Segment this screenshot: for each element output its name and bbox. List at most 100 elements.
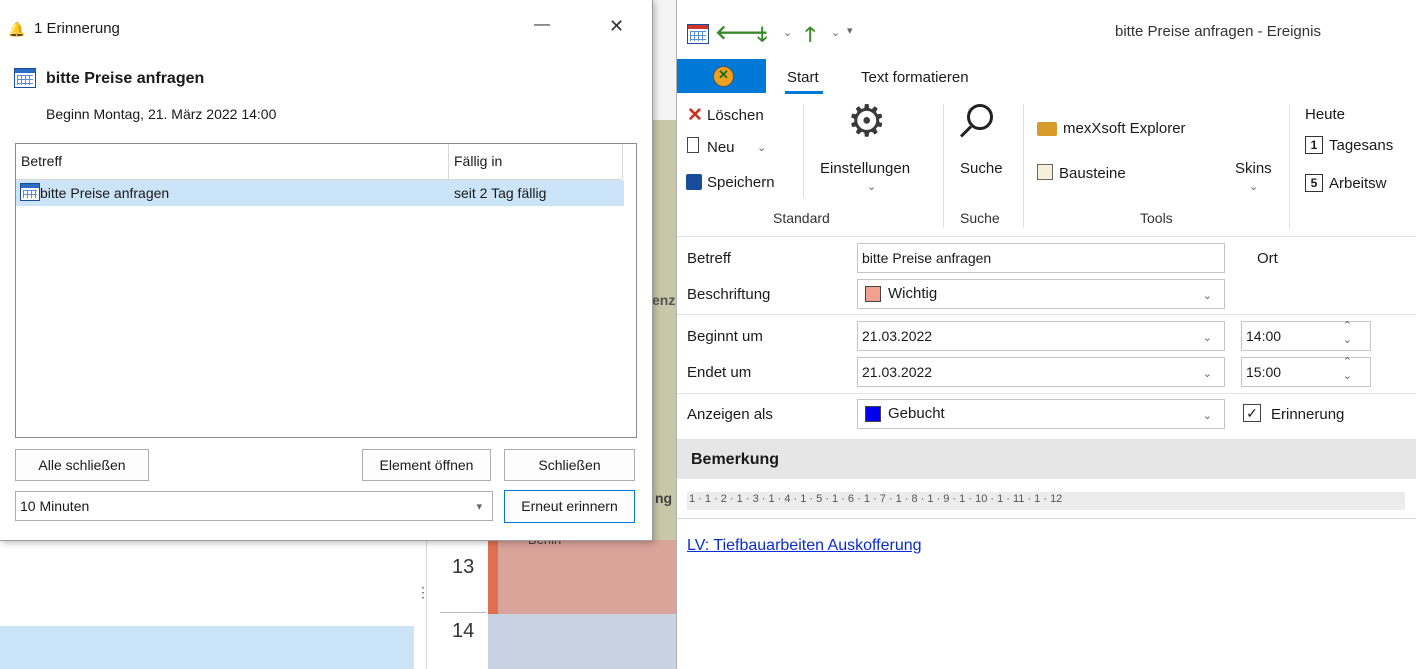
app-logo-icon: ✕ bbox=[713, 66, 734, 87]
ribbon: ✕ Löschen Neu ⌄ Speichern ⚙ Einstellunge… bbox=[677, 94, 1416, 237]
calendar-selected-slot[interactable] bbox=[0, 626, 414, 669]
subject-label: Betreff bbox=[687, 250, 731, 267]
chevron-down-icon: ⌄ bbox=[1202, 332, 1212, 344]
snooze-select[interactable]: 10 Minuten ▾ bbox=[15, 491, 493, 521]
calendar-app-icon bbox=[687, 24, 709, 44]
start-date-value: 21.03.2022 bbox=[862, 328, 933, 344]
list-header: Betreff Fällig in bbox=[16, 144, 623, 180]
blocks-icon bbox=[1037, 164, 1053, 180]
today-button[interactable]: Heute bbox=[1305, 106, 1345, 123]
checkmark-icon: ✓ bbox=[1246, 405, 1258, 421]
calendar-icon bbox=[14, 68, 36, 88]
customize-toolbar-icon[interactable]: ▾ bbox=[847, 24, 853, 37]
tab-start[interactable]: Start bbox=[787, 69, 819, 86]
calendar-slot[interactable] bbox=[488, 614, 676, 669]
minimize-button[interactable]: — bbox=[534, 16, 550, 34]
event-window: 🡐 🡓 ⌄ 🡑 ⌄ ▾ bitte Preise anfragen - Erei… bbox=[676, 0, 1416, 669]
close-button[interactable]: Schließen bbox=[504, 449, 635, 481]
end-label: Endet um bbox=[687, 364, 752, 381]
row-subject: bitte Preise anfragen bbox=[40, 185, 170, 201]
blocks-button[interactable]: Bausteine bbox=[1059, 165, 1126, 182]
window-title: bitte Preise anfragen - Ereignis bbox=[1115, 23, 1321, 40]
start-label: Beginnt um bbox=[687, 328, 763, 345]
reminder-dialog: 🔔 1 Erinnerung — ✕ bitte Preise anfragen… bbox=[0, 0, 653, 541]
column-header-due[interactable]: Fällig in bbox=[454, 153, 502, 169]
spinner-down-icon[interactable]: ⌄ bbox=[1343, 330, 1352, 350]
start-time-input[interactable]: 14:00 ⌃ ⌄ bbox=[1241, 320, 1371, 351]
subject-input[interactable]: bitte Preise anfragen bbox=[857, 243, 1225, 273]
reminder-checkbox[interactable]: ✓ bbox=[1243, 404, 1261, 422]
resize-handle-icon[interactable]: ⋮ bbox=[416, 584, 430, 601]
chevron-down-icon: ▾ bbox=[476, 501, 482, 513]
settings-button[interactable]: Einstellungen bbox=[820, 160, 910, 177]
group-label-search: Suche bbox=[960, 210, 1000, 226]
show-as-value: Gebucht bbox=[888, 405, 945, 422]
row-due: seit 2 Tag fällig bbox=[454, 185, 547, 201]
reminder-list[interactable]: Betreff Fällig in bitte Preise anfragen … bbox=[15, 143, 637, 438]
calendar-icon bbox=[20, 183, 40, 201]
hour-label: 13 bbox=[452, 556, 475, 578]
start-date-input[interactable]: 21.03.2022 ⌄ bbox=[857, 321, 1225, 351]
notes-header-bar: Bemerkung bbox=[677, 439, 1416, 479]
explorer-button[interactable]: mexXsoft Explorer bbox=[1063, 120, 1186, 137]
chevron-down-icon[interactable]: ⌄ bbox=[757, 141, 766, 154]
location-label: Ort bbox=[1257, 250, 1278, 267]
appointment-marker bbox=[488, 540, 498, 614]
gear-icon: ⚙ bbox=[847, 97, 887, 146]
delete-icon: ✕ bbox=[687, 105, 703, 126]
work-week-icon: 5 bbox=[1305, 174, 1323, 192]
chevron-down-icon: ⌄ bbox=[1202, 290, 1212, 302]
calendar-partial-text: ng bbox=[655, 490, 673, 506]
day-view-button[interactable]: Tagesans bbox=[1329, 137, 1393, 154]
save-icon bbox=[686, 174, 702, 190]
show-as-label: Anzeigen als bbox=[687, 406, 773, 423]
show-as-color-swatch bbox=[865, 406, 881, 422]
spinner-down-icon[interactable]: ⌄ bbox=[1343, 366, 1352, 386]
end-time-input[interactable]: 15:00 ⌃ ⌄ bbox=[1241, 356, 1371, 387]
chevron-down-icon: ⌄ bbox=[1202, 368, 1212, 380]
end-date-input[interactable]: 21.03.2022 ⌄ bbox=[857, 357, 1225, 387]
bell-icon: 🔔 bbox=[8, 21, 26, 37]
folder-icon bbox=[1037, 122, 1057, 136]
calendar-appointment[interactable]: Berlin bbox=[498, 532, 676, 614]
table-row[interactable]: bitte Preise anfragen seit 2 Tag fällig bbox=[16, 180, 624, 206]
dialog-title: 1 Erinnerung bbox=[34, 20, 120, 37]
chevron-down-icon[interactable]: ⌄ bbox=[831, 26, 840, 39]
label-select[interactable]: Wichtig ⌄ bbox=[857, 279, 1225, 309]
arrow-up-icon[interactable]: 🡑 bbox=[805, 20, 815, 54]
delete-button[interactable]: Löschen bbox=[707, 107, 764, 124]
work-week-button[interactable]: Arbeitsw bbox=[1329, 175, 1387, 192]
tab-text-format[interactable]: Text formatieren bbox=[861, 69, 969, 86]
group-label-standard: Standard bbox=[773, 210, 830, 226]
label-color-swatch bbox=[865, 286, 881, 302]
column-header-subject[interactable]: Betreff bbox=[21, 153, 62, 169]
end-time-value: 15:00 bbox=[1246, 364, 1282, 380]
close-icon[interactable]: ✕ bbox=[609, 16, 624, 37]
reminder-subject: bitte Preise anfragen bbox=[46, 70, 205, 87]
app-menu-button[interactable]: ✕ bbox=[677, 59, 766, 93]
notes-link[interactable]: LV: Tiefbauarbeiten Auskofferung bbox=[687, 537, 922, 555]
label-label: Beschriftung bbox=[687, 286, 771, 303]
snooze-button[interactable]: Erneut erinnern bbox=[504, 490, 635, 523]
notes-header: Bemerkung bbox=[691, 451, 780, 468]
open-item-button[interactable]: Element öffnen bbox=[362, 449, 491, 481]
hour-label: 14 bbox=[452, 620, 475, 642]
group-label-tools: Tools bbox=[1140, 210, 1173, 226]
chevron-down-icon: ⌄ bbox=[1249, 181, 1259, 193]
close-all-button[interactable]: Alle schließen bbox=[15, 449, 149, 481]
end-date-value: 21.03.2022 bbox=[862, 364, 933, 380]
arrow-down-icon[interactable]: 🡓 bbox=[757, 20, 767, 54]
chevron-down-icon: ⌄ bbox=[867, 181, 877, 193]
start-time-value: 14:00 bbox=[1246, 328, 1282, 344]
show-as-select[interactable]: Gebucht ⌄ bbox=[857, 399, 1225, 429]
calendar-partial-text: enz bbox=[652, 292, 676, 308]
label-value: Wichtig bbox=[888, 285, 938, 302]
chevron-down-icon: ⌄ bbox=[1202, 410, 1212, 422]
time-ruler: 13 14 bbox=[440, 540, 486, 669]
new-button[interactable]: Neu bbox=[707, 139, 735, 156]
chevron-down-icon[interactable]: ⌄ bbox=[783, 26, 792, 39]
reminder-checkbox-label: Erinnerung bbox=[1271, 406, 1345, 423]
save-button[interactable]: Speichern bbox=[707, 174, 775, 191]
skins-button[interactable]: Skins bbox=[1235, 160, 1272, 177]
search-button[interactable]: Suche bbox=[960, 160, 1003, 177]
